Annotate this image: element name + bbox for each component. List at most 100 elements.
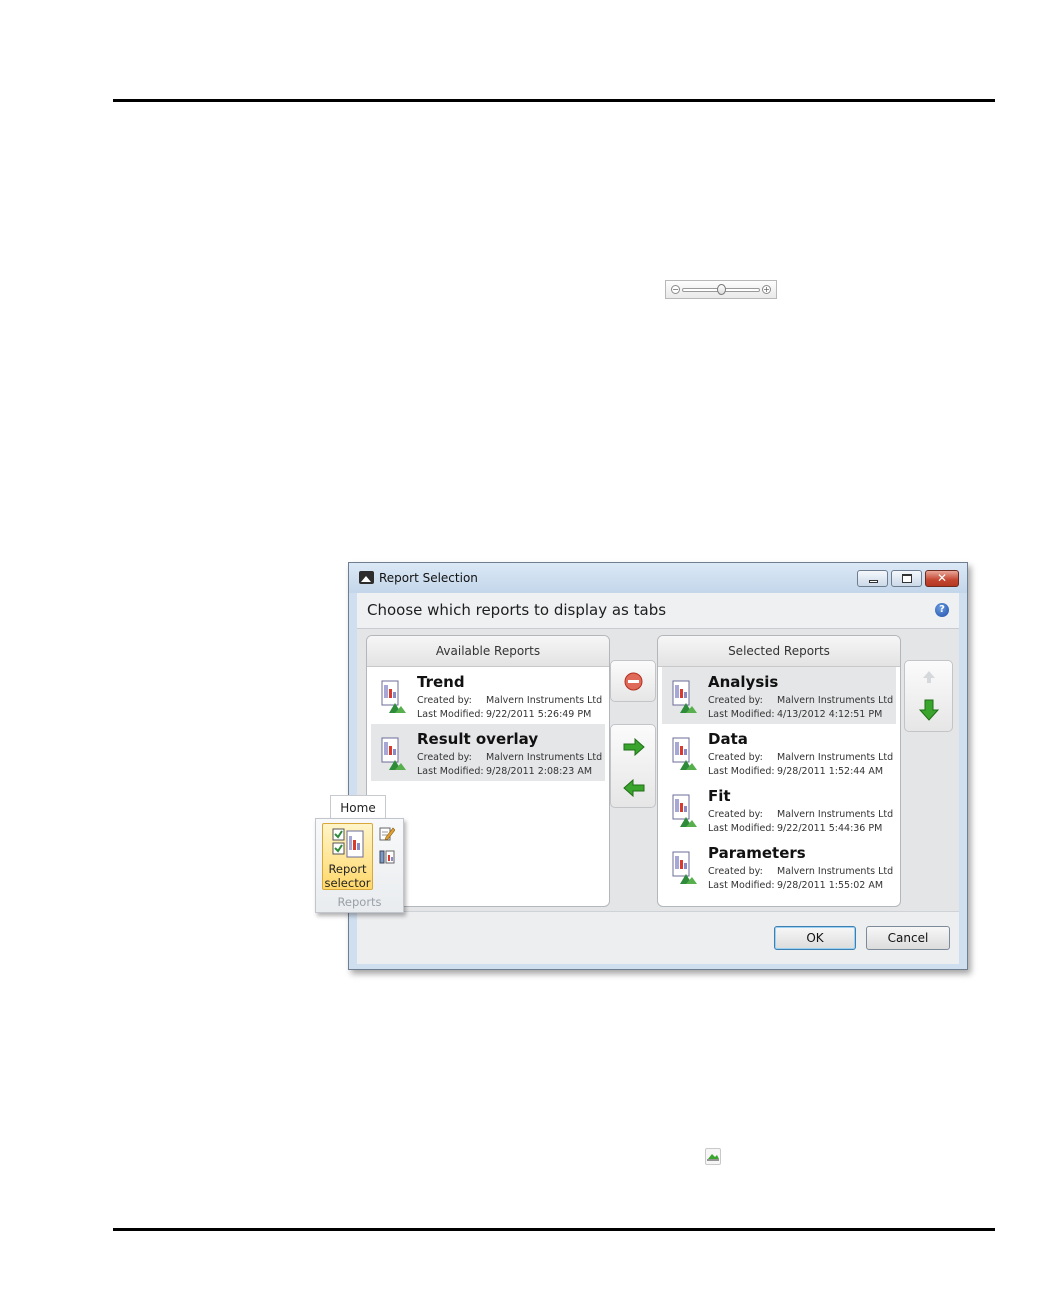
created-by-value: Malvern Instruments Ltd <box>777 809 894 820</box>
move-down-icon[interactable] <box>919 699 939 721</box>
page-bottom-rule <box>113 1228 995 1231</box>
created-by-value: Malvern Instruments Ltd <box>777 695 894 706</box>
window-title: Report Selection <box>379 571 478 585</box>
report-selector-label: Report selector <box>323 862 372 890</box>
help-icon[interactable]: ? <box>935 603 949 617</box>
reports-group-label: Reports <box>337 895 382 909</box>
report-modified: Last Modified: 9/28/2011 1:55:02 AM <box>708 880 883 891</box>
available-reports-heading: Available Reports <box>367 636 609 667</box>
report-created: Created by: Malvern Instruments Ltd <box>708 809 893 820</box>
modified-label: Last Modified: <box>708 823 775 834</box>
created-label: Created by: <box>417 695 472 706</box>
report-chart-icon <box>705 1148 721 1165</box>
selected-reports-heading: Selected Reports <box>658 636 900 667</box>
report-icon <box>672 851 697 884</box>
report-modified: Last Modified: 9/22/2011 5:44:36 PM <box>708 823 882 834</box>
zoom-slider[interactable]: − + <box>665 280 777 299</box>
report-created: Created by: Malvern Instruments Ltd <box>417 695 602 706</box>
report-icon <box>381 680 406 713</box>
created-by-value: Malvern Instruments Ltd <box>777 752 894 763</box>
created-label: Created by: <box>417 752 472 763</box>
selected-report-fit[interactable]: Fit Created by: Malvern Instruments Ltd L… <box>662 781 896 838</box>
report-tools-icon[interactable] <box>379 848 395 864</box>
report-name: Analysis <box>708 673 779 691</box>
created-by-value: Malvern Instruments Ltd <box>777 866 894 877</box>
move-tile <box>610 724 656 808</box>
report-name: Trend <box>417 673 465 691</box>
created-by-value: Malvern Instruments Ltd <box>486 752 603 763</box>
selected-report-parameters[interactable]: Parameters Created by: Malvern Instrument… <box>662 838 896 895</box>
report-name: Data <box>708 730 748 748</box>
cancel-button[interactable]: Cancel <box>866 926 950 950</box>
report-created: Created by: Malvern Instruments Ltd <box>708 695 893 706</box>
maximize-icon <box>902 574 912 583</box>
zoom-in-icon[interactable]: + <box>762 285 771 294</box>
tab-home[interactable]: Home <box>330 795 386 819</box>
report-created: Created by: Malvern Instruments Ltd <box>708 866 893 877</box>
available-report-result-overlay[interactable]: Result overlay Created by: Malvern Instru… <box>371 724 605 781</box>
app-icon <box>359 571 374 584</box>
report-icon <box>672 737 697 770</box>
report-icon <box>381 737 406 770</box>
modified-value: 9/28/2011 1:52:44 AM <box>777 766 884 777</box>
dialog-instruction: Choose which reports to display as tabs <box>367 601 667 619</box>
report-selector-icon <box>332 828 364 858</box>
created-label: Created by: <box>708 695 763 706</box>
report-modified: Last Modified: 9/28/2011 1:52:44 AM <box>708 766 883 777</box>
report-modified: Last Modified: 4/13/2012 4:12:51 PM <box>708 709 882 720</box>
home-ribbon-popup: Home Report selector Reports <box>315 795 404 913</box>
report-modified: Last Modified: 9/22/2011 5:26:49 PM <box>417 709 591 720</box>
zoom-out-icon[interactable]: − <box>671 285 680 294</box>
dialog-header: Choose which reports to display as tabs … <box>357 593 959 629</box>
modified-label: Last Modified: <box>708 766 775 777</box>
arrow-right-icon[interactable] <box>623 738 645 756</box>
report-selector-line1: Report <box>328 862 367 876</box>
report-name: Parameters <box>708 844 806 862</box>
selected-report-analysis[interactable]: Analysis Created by: Malvern Instruments … <box>662 667 896 724</box>
reports-ribbon-group: Report selector Reports <box>315 818 404 913</box>
dialog-footer: OK Cancel <box>357 911 959 964</box>
maximize-button[interactable] <box>891 570 922 587</box>
arrow-left-icon[interactable] <box>623 779 645 797</box>
modified-label: Last Modified: <box>417 709 484 720</box>
zoom-thumb[interactable] <box>716 284 726 295</box>
modified-value: 9/22/2011 5:26:49 PM <box>486 709 592 720</box>
reorder-tile <box>904 660 953 732</box>
close-icon: ✕ <box>936 571 948 585</box>
report-selection-dialog: Report Selection ✕ Choose which reports … <box>348 562 968 970</box>
move-up-icon[interactable] <box>922 670 936 684</box>
close-button[interactable]: ✕ <box>925 570 959 587</box>
minimize-icon <box>869 580 878 583</box>
report-created: Created by: Malvern Instruments Ltd <box>417 752 602 763</box>
minimize-button[interactable] <box>857 570 888 587</box>
modified-value: 4/13/2012 4:12:51 PM <box>777 709 883 720</box>
modified-value: 9/22/2011 5:44:36 PM <box>777 823 883 834</box>
modified-value: 9/28/2011 1:55:02 AM <box>777 880 884 891</box>
report-icon <box>672 680 697 713</box>
report-modified: Last Modified: 9/28/2011 2:08:23 AM <box>417 766 592 777</box>
created-label: Created by: <box>708 809 763 820</box>
report-icon <box>672 794 697 827</box>
selected-report-data[interactable]: Data Created by: Malvern Instruments Ltd … <box>662 724 896 781</box>
report-name: Result overlay <box>417 730 539 748</box>
selected-reports-panel: Selected Reports Analysis Created by: Mal… <box>657 635 901 907</box>
modified-value: 9/28/2011 2:08:23 AM <box>486 766 593 777</box>
created-label: Created by: <box>708 752 763 763</box>
modified-label: Last Modified: <box>708 880 775 891</box>
page-top-rule <box>113 99 995 102</box>
remove-icon[interactable] <box>624 672 643 691</box>
edit-report-icon[interactable] <box>379 825 395 841</box>
remove-tile <box>610 660 656 702</box>
created-label: Created by: <box>708 866 763 877</box>
report-name: Fit <box>708 787 731 805</box>
modified-label: Last Modified: <box>708 709 775 720</box>
title-bar[interactable]: Report Selection ✕ <box>349 563 967 593</box>
ok-button[interactable]: OK <box>774 926 856 950</box>
modified-label: Last Modified: <box>417 766 484 777</box>
report-selector-button[interactable]: Report selector <box>322 823 373 890</box>
created-by-value: Malvern Instruments Ltd <box>486 695 603 706</box>
report-selector-line2: selector <box>324 876 371 890</box>
mountain-chart-icon <box>707 1154 719 1161</box>
dialog-body: Available Reports Trend Created by: Malve… <box>357 629 959 911</box>
available-report-trend[interactable]: Trend Created by: Malvern Instruments Ltd… <box>371 667 605 724</box>
